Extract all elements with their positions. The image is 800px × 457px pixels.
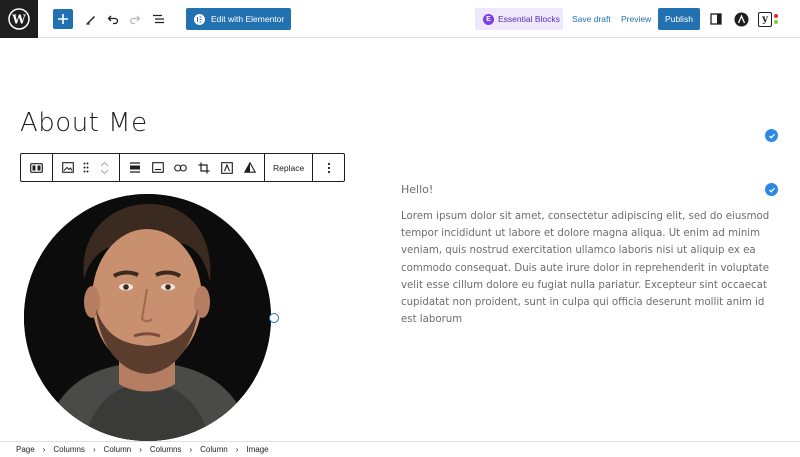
image-block-toolbar: Replace <box>20 153 346 182</box>
essential-blocks-button[interactable]: E Essential Blocks <box>475 8 563 30</box>
chevron-right-icon: › <box>139 445 142 454</box>
image-block-type-button[interactable] <box>56 154 79 181</box>
essential-blocks-icon: E <box>483 13 494 25</box>
chevron-right-icon: › <box>92 445 96 454</box>
breadcrumb-item-column[interactable]: Column <box>104 445 132 454</box>
text-over-image-icon <box>220 161 233 174</box>
editor-top-toolbar: W Edit with Elementor E Essential Blocks… <box>0 0 800 38</box>
elementor-icon <box>194 13 205 25</box>
svg-text:W: W <box>11 13 26 27</box>
sidebar-icon <box>710 13 722 25</box>
check-icon <box>765 183 778 196</box>
portrait-photo <box>24 194 271 441</box>
redo-button[interactable] <box>128 9 142 29</box>
align-button[interactable] <box>123 154 146 181</box>
elementor-label: Edit with Elementor <box>211 14 285 24</box>
preview-button[interactable]: Preview <box>621 14 651 24</box>
yoast-icon: y <box>758 11 778 27</box>
crop-icon <box>198 162 209 173</box>
drag-handle[interactable] <box>79 154 93 181</box>
pencil-icon <box>86 16 95 25</box>
list-view-icon <box>152 14 164 24</box>
breadcrumb-item-columns-inner[interactable]: Columns <box>150 445 182 454</box>
essential-blocks-label: Essential Blocks <box>498 14 560 24</box>
hello-text[interactable]: Hello! <box>401 183 433 196</box>
portrait-image[interactable] <box>24 194 271 441</box>
block-breadcrumb: Page › Columns › Column › Columns › Colu… <box>0 441 800 457</box>
astra-button[interactable] <box>733 9 749 29</box>
tools-button[interactable] <box>84 9 98 29</box>
link-button[interactable] <box>169 154 192 181</box>
plus-icon <box>58 14 68 24</box>
duotone-button[interactable] <box>238 154 261 181</box>
about-paragraph[interactable]: Lorem ipsum dolor sit amet, consectetur … <box>401 208 771 328</box>
breadcrumb-item-page[interactable]: Page <box>16 445 35 454</box>
settings-sidebar-button[interactable] <box>709 9 723 29</box>
columns-icon <box>30 162 43 173</box>
resize-handle[interactable] <box>269 313 279 323</box>
align-icon <box>129 162 140 173</box>
check-icon <box>765 129 778 142</box>
link-icon <box>174 163 187 172</box>
chevron-right-icon: › <box>42 445 46 454</box>
wordpress-logo-icon[interactable]: W <box>0 0 38 38</box>
caption-button[interactable] <box>146 154 169 181</box>
chevron-up-icon <box>100 161 109 166</box>
add-block-button[interactable] <box>53 9 73 29</box>
image-icon <box>61 162 74 173</box>
chevron-down-icon <box>100 169 109 174</box>
chevron-right-icon: › <box>189 445 193 454</box>
breadcrumb-item-image[interactable]: Image <box>246 445 268 454</box>
crop-button[interactable] <box>192 154 215 181</box>
more-options-button[interactable] <box>317 154 340 181</box>
publish-button[interactable]: Publish <box>658 8 700 30</box>
edit-with-elementor-button[interactable]: Edit with Elementor <box>186 8 291 30</box>
text-overlay-button[interactable] <box>215 154 238 181</box>
undo-icon <box>107 15 119 25</box>
columns-parent-button[interactable] <box>25 154 48 181</box>
move-up-down-button[interactable] <box>93 154 116 181</box>
page-title[interactable]: About Me <box>20 108 148 138</box>
undo-button[interactable] <box>106 9 120 29</box>
document-overview-button[interactable] <box>151 9 165 29</box>
breadcrumb-item-columns[interactable]: Columns <box>53 445 85 454</box>
duotone-icon <box>243 162 256 173</box>
yoast-seo-button[interactable]: y <box>758 9 778 29</box>
save-draft-button[interactable]: Save draft <box>572 14 611 24</box>
redo-icon <box>129 15 141 25</box>
astra-icon <box>734 12 748 26</box>
drag-icon <box>83 162 89 173</box>
chevron-right-icon: › <box>235 445 239 454</box>
breadcrumb-item-column-inner[interactable]: Column <box>200 445 228 454</box>
replace-button[interactable]: Replace <box>265 163 312 173</box>
caption-icon <box>151 162 164 173</box>
more-vertical-icon <box>327 162 330 173</box>
